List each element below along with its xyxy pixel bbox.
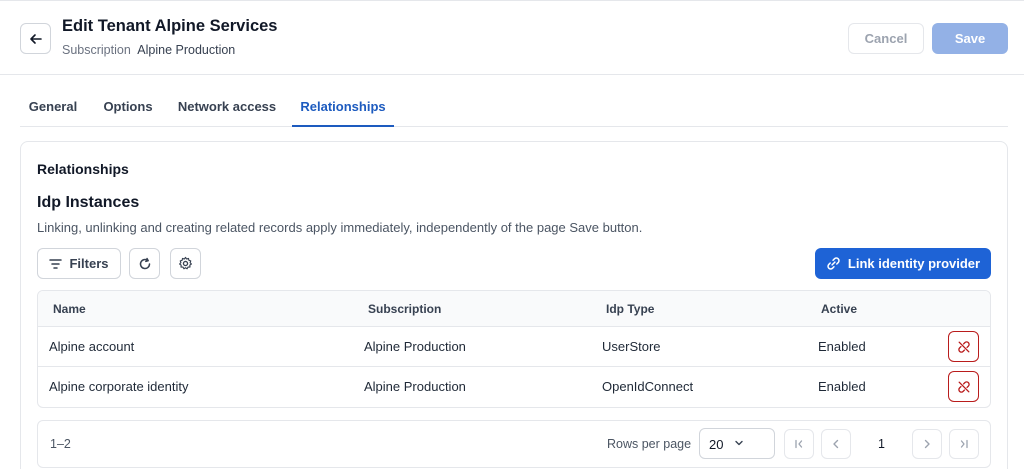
link-icon — [827, 257, 840, 270]
first-page-icon — [795, 439, 803, 449]
first-page-button[interactable] — [784, 429, 814, 459]
cell-active: Enabled — [818, 379, 866, 394]
tab-relationships[interactable]: Relationships — [292, 87, 394, 127]
cell-idp-type: OpenIdConnect — [602, 379, 694, 394]
last-page-icon — [960, 439, 968, 449]
unlink-icon — [957, 380, 970, 393]
cell-subscription: Alpine Production — [364, 339, 466, 354]
card-title: Relationships — [37, 161, 129, 177]
page-header: Edit Tenant Alpine Services Subscription… — [0, 0, 1024, 75]
relationships-card: Relationships Idp Instances Linking, unl… — [20, 141, 1008, 469]
cancel-button[interactable]: Cancel — [848, 23, 924, 54]
cell-name: Alpine corporate identity — [49, 379, 189, 394]
current-page: 1 — [878, 437, 885, 451]
unlink-button[interactable] — [948, 331, 979, 362]
chevron-left-icon — [833, 439, 839, 449]
refresh-icon — [139, 257, 150, 269]
unlink-button[interactable] — [948, 371, 979, 402]
rows-per-page-value: 20 — [709, 437, 724, 452]
back-button[interactable] — [20, 23, 51, 54]
tab-general[interactable]: General — [20, 87, 86, 126]
next-page-button[interactable] — [912, 429, 942, 459]
link-identity-provider-button[interactable]: Link identity provider — [815, 248, 991, 279]
cell-active: Enabled — [818, 339, 866, 354]
tab-bar: General Options Network access Relations… — [20, 87, 1008, 127]
link-button-label: Link identity provider — [847, 256, 981, 271]
unlink-icon — [957, 340, 970, 353]
subscription-info: Subscription Alpine Production — [62, 43, 235, 57]
column-header-active[interactable]: Active — [821, 302, 857, 316]
save-button[interactable]: Save — [932, 23, 1008, 54]
rows-per-page-select[interactable]: 20 — [699, 428, 775, 459]
table-row[interactable]: Alpine account Alpine Production UserSto… — [38, 327, 990, 367]
cell-idp-type: UserStore — [602, 339, 661, 354]
rows-per-page-label: Rows per page — [607, 437, 692, 451]
previous-page-button[interactable] — [821, 429, 851, 459]
pagination-range: 1–2 — [50, 437, 71, 451]
page-title: Edit Tenant Alpine Services — [62, 17, 278, 35]
subscription-label: Subscription — [62, 43, 131, 57]
settings-button[interactable] — [170, 248, 201, 279]
tab-network-access[interactable]: Network access — [172, 87, 282, 126]
cell-subscription: Alpine Production — [364, 379, 466, 394]
gear-icon — [179, 256, 192, 270]
filters-label: Filters — [69, 256, 109, 271]
column-header-idp-type[interactable]: Idp Type — [606, 302, 654, 316]
cell-name: Alpine account — [49, 339, 135, 354]
last-page-button[interactable] — [949, 429, 979, 459]
section-title: Idp Instances — [37, 194, 140, 211]
idp-instances-table: Name Subscription Idp Type Active Alpine… — [37, 290, 991, 408]
filters-button[interactable]: Filters — [37, 248, 121, 279]
table-header: Name Subscription Idp Type Active — [38, 291, 990, 327]
tab-options[interactable]: Options — [96, 87, 160, 126]
chevron-right-icon — [924, 439, 930, 449]
section-description: Linking, unlinking and creating related … — [37, 220, 643, 235]
chevron-down-icon — [735, 440, 743, 446]
column-header-subscription[interactable]: Subscription — [368, 302, 441, 316]
column-header-name[interactable]: Name — [53, 302, 86, 316]
filter-lines-icon — [49, 258, 63, 269]
subscription-value: Alpine Production — [137, 43, 236, 57]
refresh-button[interactable] — [129, 248, 160, 279]
pagination-bar: 1–2 Rows per page 20 1 — [37, 420, 991, 468]
arrow-left-icon — [29, 33, 42, 44]
table-row[interactable]: Alpine corporate identity Alpine Product… — [38, 367, 990, 407]
